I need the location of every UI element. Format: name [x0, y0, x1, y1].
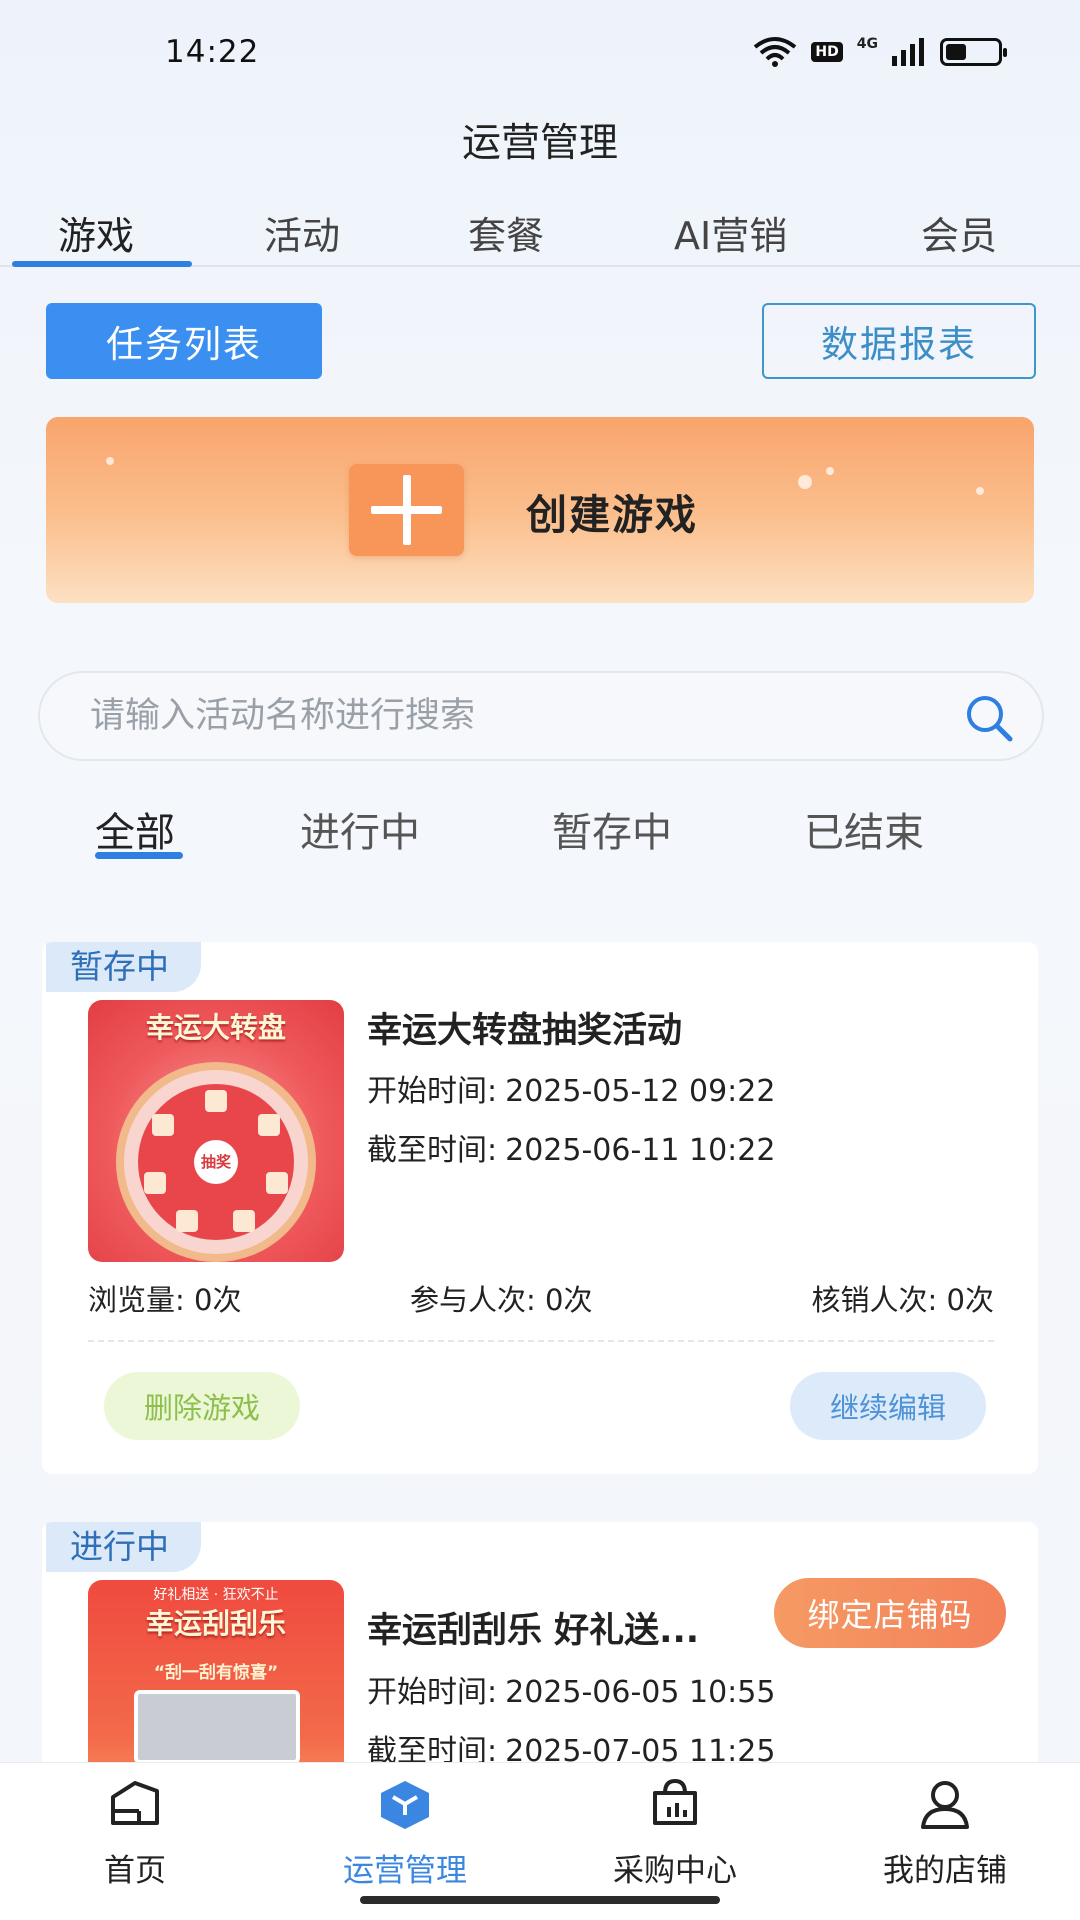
thumbnail-title: 幸运刮刮乐: [145, 1607, 286, 1640]
page-title: 运营管理: [461, 121, 618, 166]
stat-value: 0次: [946, 1283, 994, 1317]
start-time-row: 开始时间: 2025-06-05 10:55: [367, 1667, 775, 1711]
stat-label: 浏览量:: [88, 1283, 185, 1317]
tab-activity[interactable]: 活动: [264, 205, 340, 260]
status-badge: 进行中: [46, 1522, 201, 1572]
nav-purchase[interactable]: 采购中心: [585, 1777, 765, 1890]
filter-in-progress[interactable]: 进行中: [300, 800, 420, 858]
stat-redemptions: 核销人次: 0次: [812, 1277, 994, 1319]
signal-icon: [892, 38, 924, 66]
data-report-button[interactable]: 数据报表: [762, 303, 1036, 379]
wheel-hub: 抽奖: [194, 1140, 238, 1184]
start-time-label: 开始时间:: [367, 1675, 498, 1710]
tab-game[interactable]: 游戏: [58, 205, 134, 260]
card-title: 幸运大转盘抽奖活动: [367, 1011, 683, 1051]
network-type: 4G: [856, 36, 878, 52]
shop-chart-icon: [653, 1778, 697, 1825]
thumbnail-subtitle: 好礼相送 · 狂欢不止: [153, 1587, 279, 1603]
filter-ended[interactable]: 已结束: [804, 800, 924, 858]
nav-home[interactable]: 首页: [45, 1777, 225, 1890]
filter-indicator: [95, 852, 183, 859]
cube-icon: [381, 1781, 429, 1829]
bind-store-code-button[interactable]: 绑定店铺码: [774, 1578, 1006, 1648]
game-card[interactable]: 暂存中 幸运大转盘 抽奖 幸运大转盘抽奖活动 开始时间: 2025-05-12 0…: [42, 942, 1038, 1474]
start-time-value: 2025-05-12 09:22: [505, 1074, 776, 1109]
wifi-icon: [754, 37, 797, 67]
start-time-label: 开始时间:: [367, 1074, 498, 1109]
status-time: 14:22: [165, 34, 260, 70]
stat-value: 0次: [545, 1283, 593, 1317]
stat-views: 浏览量: 0次: [88, 1277, 241, 1319]
sparkle-decoration: [798, 475, 812, 489]
nav-label: 运营管理: [343, 1853, 467, 1889]
divider: [88, 1340, 994, 1342]
battery-icon: [940, 38, 1007, 66]
stat-label: 核销人次:: [811, 1283, 938, 1317]
user-icon: [921, 1781, 969, 1829]
continue-edit-button[interactable]: 继续编辑: [790, 1372, 986, 1440]
status-bar: 14:22 HD 4G: [0, 0, 1080, 110]
tab-indicator: [12, 261, 192, 267]
search-input[interactable]: [90, 673, 950, 759]
nav-label: 我的店铺: [883, 1853, 1007, 1889]
home-indicator: [360, 1896, 720, 1904]
wheel-slot: [266, 1172, 288, 1194]
nav-operations[interactable]: 运营管理: [315, 1777, 495, 1890]
search-bar: [38, 671, 1044, 761]
tab-ai-marketing[interactable]: AI营销: [674, 205, 787, 260]
wheel-slot: [233, 1210, 255, 1232]
game-thumbnail: 幸运大转盘 抽奖: [88, 1000, 344, 1262]
home-icon: [111, 1781, 159, 1825]
nav-label: 采购中心: [613, 1853, 737, 1889]
wheel-slot: [258, 1114, 280, 1136]
nav-my-store[interactable]: 我的店铺: [855, 1777, 1035, 1890]
thumbnail-title: 幸运大转盘: [145, 1011, 286, 1044]
filter-tabs: 全部 进行中 暂存中 已结束: [0, 800, 1080, 870]
status-badge: 暂存中: [46, 942, 201, 992]
start-time-row: 开始时间: 2025-05-12 09:22: [367, 1066, 775, 1110]
scratch-area: [134, 1690, 300, 1764]
stat-participants: 参与人次: 0次: [410, 1277, 592, 1319]
status-icons: HD 4G: [753, 36, 1007, 68]
top-tabs: 游戏 活动 套餐 AI营销 会员: [0, 205, 1080, 267]
delete-game-button[interactable]: 删除游戏: [104, 1372, 300, 1440]
stat-value: 0次: [194, 1283, 242, 1317]
wheel-slot: [152, 1114, 174, 1136]
tab-member[interactable]: 会员: [921, 205, 997, 260]
sparkle-decoration: [826, 467, 834, 475]
nav-label: 首页: [104, 1853, 166, 1889]
wheel-slot: [205, 1090, 227, 1112]
wheel-graphic: 抽奖: [116, 1062, 316, 1262]
end-time-label: 截至时间:: [367, 1133, 498, 1168]
wheel-slot: [144, 1172, 166, 1194]
create-game-banner[interactable]: 创建游戏: [46, 417, 1034, 603]
wheel-slot: [176, 1210, 198, 1232]
battery-level: [946, 44, 966, 60]
filter-draft[interactable]: 暂存中: [552, 800, 672, 858]
stat-label: 参与人次:: [410, 1283, 536, 1317]
end-time-value: 2025-06-11 10:22: [505, 1133, 776, 1168]
tab-package[interactable]: 套餐: [468, 205, 544, 260]
hd-badge: HD: [811, 42, 843, 62]
wheel-inner: 抽奖: [138, 1084, 294, 1240]
card-title: 幸运刮刮乐 好礼送...: [367, 1611, 700, 1651]
sparkle-decoration: [106, 457, 114, 465]
sparkle-decoration: [976, 487, 984, 495]
search-icon[interactable]: [964, 693, 1014, 743]
start-time-value: 2025-06-05 10:55: [505, 1675, 776, 1710]
task-list-button[interactable]: 任务列表: [46, 303, 322, 379]
thumbnail-caption: “刮一刮有惊喜”: [153, 1663, 279, 1683]
end-time-row: 截至时间: 2025-06-11 10:22: [367, 1125, 775, 1169]
create-game-label: 创建游戏: [526, 491, 698, 539]
filter-all[interactable]: 全部: [95, 800, 175, 858]
stats-row: 浏览量: 0次 参与人次: 0次 核销人次: 0次: [88, 1277, 994, 1317]
plus-icon: [349, 464, 464, 556]
